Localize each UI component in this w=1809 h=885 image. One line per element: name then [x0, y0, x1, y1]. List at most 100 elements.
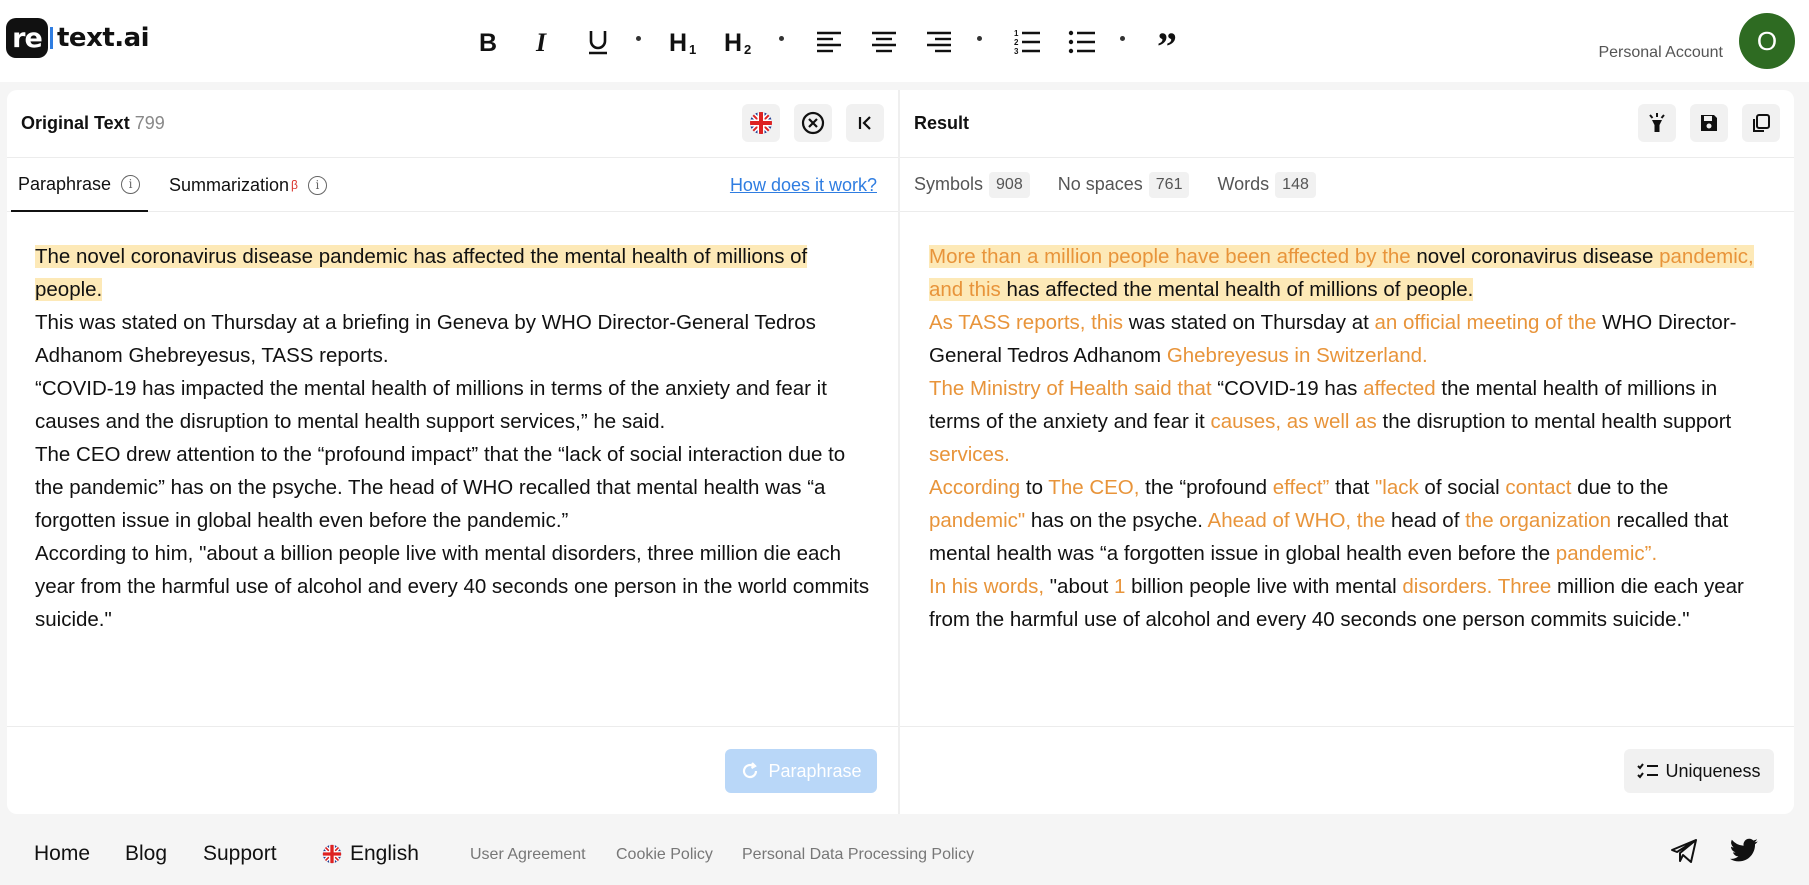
personal-account-link[interactable]: Personal Account: [1598, 44, 1723, 62]
align-left-icon[interactable]: [809, 22, 849, 62]
result-actions: [1624, 104, 1780, 142]
data-policy-link[interactable]: Personal Data Processing Policy: [742, 846, 974, 864]
changed-segment: pandemic”.: [1555, 542, 1658, 565]
svg-text:H: H: [724, 29, 742, 56]
uk-flag-icon: [750, 112, 772, 134]
svg-text:H: H: [669, 29, 687, 56]
changed-segment: pandemic": [929, 509, 1026, 532]
no-spaces-label: No spaces: [1057, 174, 1143, 194]
unchanged-segment: "about: [1044, 575, 1115, 598]
logo-cursor: [50, 27, 53, 49]
bold-icon[interactable]: B: [468, 22, 508, 62]
underline-icon[interactable]: [578, 22, 618, 62]
original-text-title: Original Text: [21, 113, 130, 133]
original-text-editor[interactable]: The novel coronavirus disease pandemic h…: [35, 240, 874, 636]
footer-home-link[interactable]: Home: [34, 842, 90, 866]
svg-text:”: ”: [1157, 32, 1177, 52]
clear-button[interactable]: [794, 104, 832, 142]
paraphrase-button-label: Paraphrase: [768, 760, 862, 781]
header: re text.ai B I H1 H2 123 Personal Accoun…: [0, 0, 1809, 82]
ordered-list-icon[interactable]: 123: [1007, 22, 1047, 62]
result-paragraph: The Ministry of Health said that “COVID-…: [929, 372, 1764, 471]
changed-segment: affected: [1363, 377, 1436, 400]
save-button[interactable]: [1690, 104, 1728, 142]
uniqueness-button[interactable]: Uniqueness: [1624, 749, 1774, 793]
original-sentence: The CEO drew attention to the “profound …: [35, 443, 846, 532]
logo-mark: re: [6, 18, 48, 58]
info-icon[interactable]: i: [307, 175, 327, 195]
copy-button[interactable]: [1742, 104, 1780, 142]
avatar[interactable]: O: [1739, 13, 1795, 69]
align-right-icon[interactable]: [919, 22, 959, 62]
changed-segment: As TASS reports, this: [929, 311, 1124, 334]
result-paragraph: In his words, "about 1 billion people li…: [929, 570, 1764, 636]
telegram-icon[interactable]: [1670, 838, 1698, 869]
result-text[interactable]: More than a million people have been aff…: [929, 240, 1764, 636]
no-spaces-count: 761: [1148, 171, 1190, 198]
logo[interactable]: re text.ai: [6, 18, 150, 58]
tab-paraphrase[interactable]: Paraphrase i: [11, 158, 149, 212]
align-center-icon[interactable]: [864, 22, 904, 62]
logo-text: text.ai: [57, 23, 150, 53]
tab-summarization-label: Summarization: [169, 174, 290, 195]
original-text-count: 799: [134, 113, 165, 133]
unchanged-segment: was stated on Thursday at: [1123, 311, 1375, 334]
footer: Home Blog Support English User Agreement…: [0, 820, 1809, 885]
original-text-footer: Paraphrase: [7, 726, 898, 814]
changed-segment: In his words,: [929, 575, 1045, 598]
unchanged-segment: to: [1020, 476, 1049, 499]
svg-text:1: 1: [1014, 29, 1019, 38]
original-sentence: According to him, "about a billion peopl…: [35, 542, 870, 631]
symbols-label: Symbols: [914, 174, 984, 194]
user-agreement-link[interactable]: User Agreement: [470, 846, 586, 864]
info-icon[interactable]: i: [121, 174, 141, 194]
cookie-policy-link[interactable]: Cookie Policy: [616, 846, 713, 864]
svg-text:I: I: [535, 29, 547, 55]
refresh-icon: [743, 762, 758, 779]
heading2-icon[interactable]: H2: [721, 22, 761, 62]
unchanged-segment: billion people live with mental: [1125, 575, 1403, 598]
quote-icon[interactable]: ”: [1150, 22, 1190, 62]
changed-segment: "lack: [1374, 476, 1419, 499]
original-text-panel: Original Text 799 Paraphrase i Summariza…: [7, 90, 898, 814]
tab-summarization[interactable]: Summarization β i: [169, 158, 327, 212]
changed-segment: The Ministry of Health said that: [929, 377, 1212, 400]
svg-text:B: B: [479, 29, 497, 55]
collapse-button[interactable]: [846, 104, 884, 142]
original-paragraph: The novel coronavirus disease pandemic h…: [35, 240, 874, 306]
result-paragraph: More than a million people have been aff…: [929, 240, 1764, 306]
unchanged-segment: the “profound: [1139, 476, 1273, 499]
footer-support-link[interactable]: Support: [203, 842, 277, 866]
original-paragraph: The CEO drew attention to the “profound …: [35, 438, 874, 537]
result-title: Result: [914, 113, 970, 133]
heading1-icon[interactable]: H1: [666, 22, 706, 62]
italic-icon[interactable]: I: [523, 22, 563, 62]
highlight-button[interactable]: [1638, 104, 1676, 142]
unchanged-segment: novel coronavirus disease: [1416, 245, 1660, 268]
changed-segment: contact: [1505, 476, 1572, 499]
bullet-list-icon[interactable]: [1062, 22, 1102, 62]
changed-segment: causes, as well as: [1210, 410, 1377, 433]
original-sentence: This was stated on Thursday at a briefin…: [35, 311, 816, 367]
twitter-icon[interactable]: [1729, 838, 1759, 869]
toolbar-separator: [977, 35, 982, 41]
language-label: English: [350, 842, 419, 865]
language-selector[interactable]: English: [322, 842, 419, 866]
svg-text:2: 2: [744, 42, 751, 56]
unchanged-segment: the disruption to mental health support: [1376, 410, 1732, 433]
words-count: 148: [1275, 171, 1316, 198]
original-paragraph: This was stated on Thursday at a briefin…: [35, 306, 874, 372]
uk-flag-icon: [322, 844, 342, 864]
clear-icon: [801, 111, 825, 135]
result-paragraph: As TASS reports, this was stated on Thur…: [929, 306, 1764, 372]
svg-text:3: 3: [1014, 47, 1019, 55]
beta-badge: β: [291, 178, 298, 192]
language-flag-button[interactable]: [742, 104, 780, 142]
collapse-icon: [858, 116, 871, 130]
changed-segment: the organization: [1465, 509, 1611, 532]
footer-blog-link[interactable]: Blog: [125, 842, 167, 866]
how-does-it-work-link[interactable]: How does it work?: [730, 175, 877, 196]
toolbar-separator: [779, 35, 784, 41]
paraphrase-button[interactable]: Paraphrase: [725, 749, 877, 793]
changed-segment: Ahead of WHO, the: [1207, 509, 1386, 532]
